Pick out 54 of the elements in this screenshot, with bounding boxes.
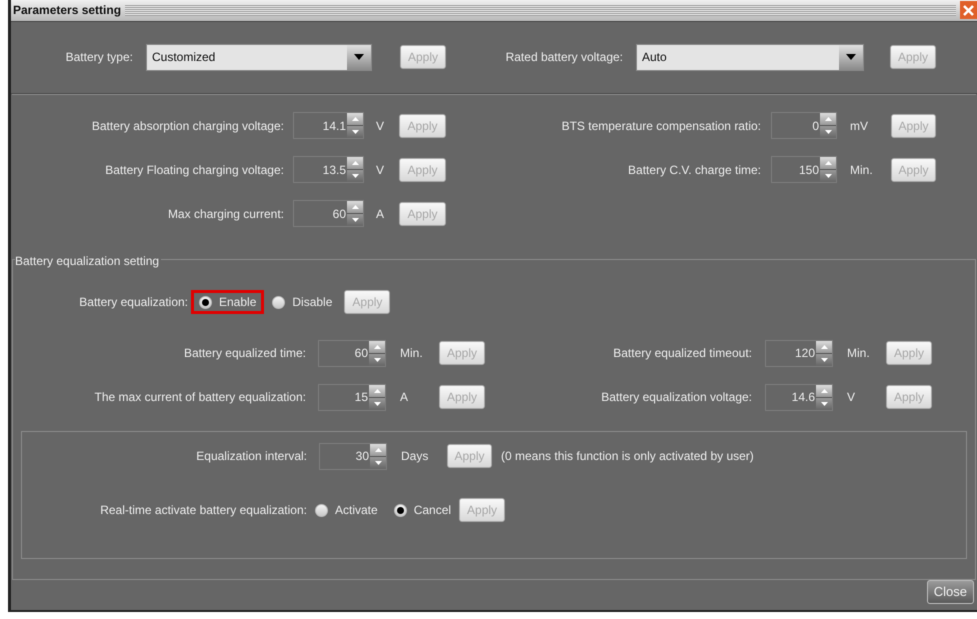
unit-label: Days xyxy=(401,449,428,464)
unit-label: Min. xyxy=(850,162,873,177)
spin-buttons[interactable] xyxy=(816,340,832,366)
field-label: Battery equalization voltage: xyxy=(601,389,752,406)
number-field[interactable]: 30 xyxy=(319,442,387,470)
unit-label: Min. xyxy=(400,346,423,360)
window-title: Parameters setting xyxy=(12,2,122,20)
spin-buttons[interactable] xyxy=(347,157,363,182)
field-label: Max charging current: xyxy=(168,206,284,223)
spin-buttons[interactable] xyxy=(820,157,836,182)
number-field[interactable]: 14.1 xyxy=(293,112,364,140)
number-field[interactable]: 14.6 xyxy=(765,384,833,411)
field-label: Battery type: xyxy=(66,49,133,66)
hint-text: (0 means this function is only activated by user) xyxy=(501,448,754,466)
number-field[interactable]: 120 xyxy=(765,340,833,367)
radio-option[interactable]: Cancel xyxy=(386,498,460,522)
number-field[interactable]: 13.5 xyxy=(293,156,364,184)
unit-label: A xyxy=(376,206,384,221)
field-label: Battery absorption charging voltage: xyxy=(92,118,284,135)
field-label: Battery equalized timeout: xyxy=(613,345,752,362)
spin-buttons[interactable] xyxy=(347,201,363,226)
spin-buttons[interactable] xyxy=(347,113,363,138)
close-icon[interactable] xyxy=(960,1,977,20)
number-field[interactable]: 15 xyxy=(318,384,386,411)
number-field[interactable]: 0 xyxy=(771,112,837,140)
unit-label: mV xyxy=(850,118,868,133)
spin-buttons[interactable] xyxy=(369,384,385,410)
spin-buttons[interactable] xyxy=(820,113,836,138)
close-button[interactable]: Close xyxy=(926,580,974,604)
field-label: Battery Floating charging voltage: xyxy=(105,162,284,179)
spin-buttons[interactable] xyxy=(816,384,832,410)
spin-buttons[interactable] xyxy=(370,444,386,469)
field-label: Battery equalization: xyxy=(79,294,188,312)
field-label: Rated battery voltage: xyxy=(506,49,623,66)
field-label: Battery equalized time: xyxy=(184,345,306,362)
field-label: Equalization interval: xyxy=(196,448,307,466)
unit-label: V xyxy=(376,118,384,133)
field-label: BTS temperature compensation ratio: xyxy=(562,118,761,135)
field-label: Battery C.V. charge time: xyxy=(628,162,761,179)
dropdown[interactable]: Auto xyxy=(636,44,864,71)
unit-label: Min. xyxy=(847,346,870,360)
radio-option[interactable]: Enable xyxy=(191,290,264,314)
field-label: The max current of battery equalization: xyxy=(94,389,306,406)
unit-label: V xyxy=(376,162,384,177)
unit-label: V xyxy=(847,390,856,404)
field-label: Real-time activate battery equalization: xyxy=(100,502,307,520)
unit-label: A xyxy=(400,390,408,404)
spin-buttons[interactable] xyxy=(369,340,385,366)
number-field[interactable]: 150 xyxy=(771,156,837,184)
radio-option[interactable]: Disable xyxy=(264,290,340,314)
number-field[interactable]: 60 xyxy=(293,200,364,228)
number-field[interactable]: 60 xyxy=(318,340,386,367)
dropdown[interactable]: Customized xyxy=(146,44,372,71)
radio-option[interactable]: Activate xyxy=(307,498,386,522)
